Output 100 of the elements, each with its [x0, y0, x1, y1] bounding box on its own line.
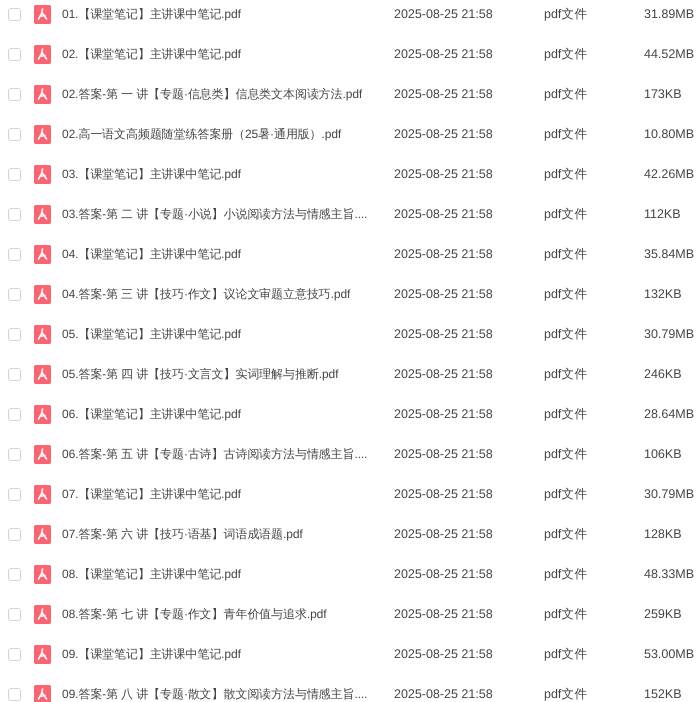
pdf-file-icon [34, 244, 51, 264]
checkbox[interactable] [8, 288, 21, 300]
file-type: pdf文件 [544, 486, 588, 502]
file-size: 42.26MB [644, 167, 696, 181]
checkbox[interactable] [8, 568, 21, 580]
pdf-file-icon [34, 524, 51, 544]
pdf-file-icon [34, 324, 51, 344]
file-type: pdf文件 [544, 606, 588, 622]
pdf-file-icon [34, 564, 51, 584]
file-name[interactable]: 08.【课堂笔记】主讲课中笔记.pdf [62, 566, 394, 582]
file-name[interactable]: 01.【课堂笔记】主讲课中笔记.pdf [62, 6, 394, 22]
pdf-file-icon [34, 4, 51, 24]
file-size: 35.84MB [644, 247, 696, 261]
pdf-file-icon [34, 284, 51, 304]
file-name[interactable]: 03.答案-第 二 讲【专题·小说】小说阅读方法与情感主旨.... [62, 206, 394, 222]
modified-date: 2025-08-25 21:58 [394, 87, 494, 101]
checkbox[interactable] [8, 368, 21, 380]
modified-date: 2025-08-25 21:58 [394, 527, 494, 541]
checkbox[interactable] [8, 208, 21, 220]
file-type: pdf文件 [544, 446, 588, 462]
file-name[interactable]: 06.【课堂笔记】主讲课中笔记.pdf [62, 406, 394, 422]
checkbox[interactable] [8, 608, 21, 620]
file-type: pdf文件 [544, 166, 588, 182]
checkbox[interactable] [8, 408, 21, 420]
file-name[interactable]: 05.答案-第 四 讲【技巧·文言文】实词理解与推断.pdf [62, 366, 394, 382]
checkbox[interactable] [8, 128, 21, 140]
pdf-file-icon [34, 364, 51, 384]
checkbox[interactable] [8, 688, 21, 700]
file-name[interactable]: 04.【课堂笔记】主讲课中笔记.pdf [62, 246, 394, 262]
file-size: 31.89MB [644, 7, 696, 21]
file-size: 132KB [644, 287, 683, 301]
modified-date: 2025-08-25 21:58 [394, 207, 494, 221]
modified-date: 2025-08-25 21:58 [394, 447, 494, 461]
file-size: 152KB [644, 687, 683, 701]
file-name[interactable]: 02.答案-第 一 讲【专题·信息类】信息类文本阅读方法.pdf [62, 86, 394, 102]
pdf-file-icon [34, 44, 51, 64]
checkbox[interactable] [8, 648, 21, 660]
modified-date: 2025-08-25 21:58 [394, 607, 494, 621]
file-type: pdf文件 [544, 86, 588, 102]
file-type: pdf文件 [544, 6, 588, 22]
modified-date: 2025-08-25 21:58 [394, 327, 494, 341]
checkbox[interactable] [8, 248, 21, 260]
file-name[interactable]: 02.高一语文高频题随堂练答案册（25暑·通用版）.pdf [62, 126, 394, 142]
checkbox[interactable] [8, 48, 21, 60]
file-name[interactable]: 09.【课堂笔记】主讲课中笔记.pdf [62, 646, 394, 662]
modified-date: 2025-08-25 21:58 [394, 407, 494, 421]
modified-date: 2025-08-25 21:58 [394, 127, 494, 141]
file-type: pdf文件 [544, 526, 588, 542]
pdf-file-icon [34, 124, 51, 144]
file-size: 128KB [644, 527, 683, 541]
file-size: 259KB [644, 607, 683, 621]
pdf-file-icon [34, 404, 51, 424]
checkbox[interactable] [8, 448, 21, 460]
file-name[interactable]: 07.【课堂笔记】主讲课中笔记.pdf [62, 486, 394, 502]
file-size: 246KB [644, 367, 683, 381]
file-type: pdf文件 [544, 206, 588, 222]
checkbox[interactable] [8, 168, 21, 180]
file-name[interactable]: 02.【课堂笔记】主讲课中笔记.pdf [62, 46, 394, 62]
file-type: pdf文件 [544, 406, 588, 422]
file-size: 112KB [644, 207, 682, 221]
modified-date: 2025-08-25 21:58 [394, 247, 494, 261]
file-size: 53.00MB [644, 647, 696, 661]
file-name[interactable]: 05.【课堂笔记】主讲课中笔记.pdf [62, 326, 394, 342]
file-size: 48.33MB [644, 567, 696, 581]
file-type: pdf文件 [544, 326, 588, 342]
file-type: pdf文件 [544, 366, 588, 382]
file-size: 10.80MB [644, 127, 696, 141]
file-type: pdf文件 [544, 126, 588, 142]
pdf-file-icon [34, 604, 51, 624]
file-name[interactable]: 06.答案-第 五 讲【专题·古诗】古诗阅读方法与情感主旨.... [62, 446, 394, 462]
checkbox[interactable] [8, 528, 21, 540]
pdf-file-icon [34, 444, 51, 464]
modified-date: 2025-08-25 21:58 [394, 7, 494, 21]
file-name[interactable]: 04.答案-第 三 讲【技巧·作文】议论文审题立意技巧.pdf [62, 286, 394, 302]
file-name[interactable]: 09.答案-第 八 讲【专题·散文】散文阅读方法与情感主旨.... [62, 686, 394, 702]
file-size: 44.52MB [644, 47, 696, 61]
pdf-file-icon [34, 484, 51, 504]
modified-date: 2025-08-25 21:58 [394, 47, 494, 61]
checkbox[interactable] [8, 328, 21, 340]
pdf-file-icon [34, 684, 51, 702]
file-size: 30.79MB [644, 487, 696, 501]
file-name[interactable]: 07.答案-第 六 讲【技巧·语基】词语成语题.pdf [62, 526, 394, 542]
file-size: 106KB [644, 447, 683, 461]
modified-date: 2025-08-25 21:58 [394, 287, 494, 301]
pdf-file-icon [34, 84, 51, 104]
pdf-file-icon [34, 644, 51, 664]
file-name[interactable]: 03.【课堂笔记】主讲课中笔记.pdf [62, 166, 394, 182]
file-name[interactable]: 08.答案-第 七 讲【专题·作文】青年价值与追求.pdf [62, 606, 394, 622]
pdf-file-icon [34, 204, 51, 224]
file-type: pdf文件 [544, 46, 588, 62]
file-size: 28.64MB [644, 407, 696, 421]
checkbox[interactable] [8, 488, 21, 500]
file-size: 30.79MB [644, 327, 696, 341]
modified-date: 2025-08-25 21:58 [394, 687, 494, 701]
modified-date: 2025-08-25 21:58 [394, 367, 494, 381]
checkbox[interactable] [8, 8, 21, 20]
file-type: pdf文件 [544, 646, 588, 662]
file-size: 173KB [644, 87, 683, 101]
checkbox[interactable] [8, 88, 21, 100]
pdf-file-icon [34, 164, 51, 184]
